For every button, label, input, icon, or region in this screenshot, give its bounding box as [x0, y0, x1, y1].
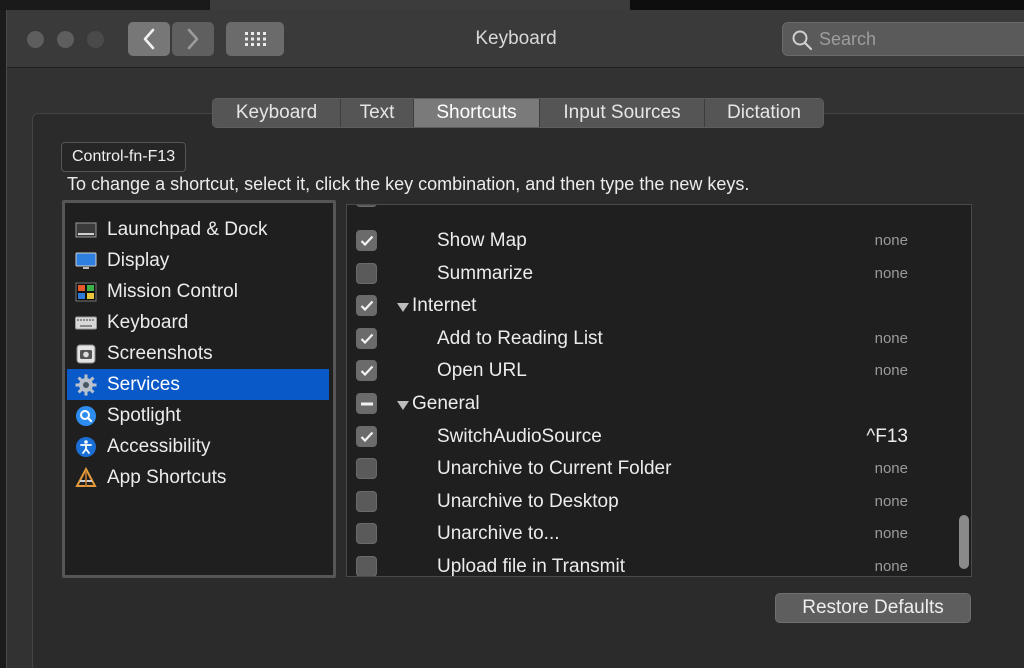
- instruction-text: To change a shortcut, select it, click t…: [67, 174, 750, 194]
- display-icon: [75, 250, 97, 272]
- shortcut-value[interactable]: none: [875, 453, 908, 485]
- table-row-partial: [347, 205, 947, 208]
- shortcut-value[interactable]: none: [875, 355, 908, 387]
- gear-icon: [75, 374, 97, 396]
- checkbox[interactable]: [356, 556, 377, 576]
- sidebar-item-keyboard[interactable]: Keyboard: [67, 307, 329, 338]
- checkbox[interactable]: [356, 328, 377, 349]
- service-name: Summarize: [437, 263, 534, 284]
- checkbox[interactable]: [356, 523, 377, 544]
- service-name: Unarchive to...: [437, 523, 560, 544]
- desktop-window-edge-dark: [630, 0, 1024, 10]
- shortcut-value[interactable]: none: [875, 486, 908, 518]
- tab-input-sources[interactable]: Input Sources: [540, 99, 705, 127]
- table-row[interactable]: Unarchive to Desktop none: [347, 486, 947, 518]
- service-name: Show Map: [437, 230, 527, 251]
- shortcut-value[interactable]: ^F13: [866, 421, 908, 453]
- group-row-general[interactable]: General: [347, 388, 947, 420]
- keyboard-icon: [75, 312, 97, 334]
- tab-text[interactable]: Text: [341, 99, 414, 127]
- checkbox[interactable]: [356, 426, 377, 447]
- checkbox[interactable]: [356, 458, 377, 479]
- service-name: Upload file in Transmit: [437, 556, 625, 577]
- restore-defaults-button[interactable]: Restore Defaults: [775, 593, 971, 623]
- group-row-internet[interactable]: Internet: [347, 290, 947, 322]
- sidebar-item-label: Spotlight: [107, 404, 181, 426]
- group-name: General: [412, 393, 480, 414]
- checkmark-icon: [360, 235, 373, 246]
- service-name: Unarchive to Desktop: [437, 491, 619, 512]
- checkbox-mixed[interactable]: [356, 393, 377, 414]
- sidebar-item-app-shortcuts[interactable]: App Shortcuts: [67, 462, 329, 493]
- table-row[interactable]: Summarize none: [347, 258, 947, 290]
- service-name: Add to Reading List: [437, 328, 603, 349]
- shortcut-tooltip: Control-fn-F13: [61, 142, 187, 172]
- sidebar-item-label: Screenshots: [107, 342, 213, 364]
- checkbox[interactable]: [356, 360, 377, 381]
- checkmark-icon: [360, 300, 373, 311]
- desktop-window-edge: [210, 0, 630, 10]
- checkbox[interactable]: [356, 295, 377, 316]
- checkmark-icon: [360, 431, 373, 442]
- sidebar-item-launchpad-dock[interactable]: Launchpad & Dock: [67, 214, 329, 245]
- checkbox[interactable]: [356, 230, 377, 251]
- service-name: Unarchive to Current Folder: [437, 458, 672, 479]
- shortcut-category-list: Launchpad & Dock Display Mission Control…: [62, 200, 336, 578]
- service-name: SwitchAudioSource: [437, 426, 602, 447]
- checkmark-icon: [360, 365, 373, 376]
- accessibility-icon: [75, 436, 97, 458]
- tab-keyboard[interactable]: Keyboard: [213, 99, 341, 127]
- services-shortcut-list: Show Map none Summarize none Internet Ad…: [346, 204, 972, 577]
- checkbox[interactable]: [356, 263, 377, 284]
- app-shortcuts-icon: [75, 466, 97, 489]
- desktop-background: [0, 0, 1024, 10]
- tab-dictation[interactable]: Dictation: [705, 99, 823, 127]
- tab-bar: Keyboard Text Shortcuts Input Sources Di…: [212, 98, 824, 128]
- table-row[interactable]: Open URL none: [347, 355, 947, 387]
- sidebar-item-label: Display: [107, 249, 170, 271]
- shortcut-value[interactable]: none: [875, 323, 908, 355]
- sidebar-item-label: App Shortcuts: [107, 466, 227, 488]
- vertical-scrollbar[interactable]: [959, 515, 969, 569]
- disclosure-triangle-icon[interactable]: [397, 303, 409, 312]
- dash-icon: [360, 402, 373, 405]
- sidebar-item-label: Keyboard: [107, 311, 189, 333]
- sidebar-item-mission-control[interactable]: Mission Control: [67, 276, 329, 307]
- table-row[interactable]: SwitchAudioSource ^F13: [347, 421, 947, 453]
- service-name: Open URL: [437, 360, 527, 381]
- search-placeholder: Search: [819, 29, 877, 49]
- tab-shortcuts[interactable]: Shortcuts: [414, 99, 540, 127]
- shortcut-value[interactable]: none: [875, 551, 908, 576]
- sidebar-item-label: Mission Control: [107, 280, 238, 302]
- table-row[interactable]: Upload file in Transmit none: [347, 551, 947, 577]
- sidebar-item-label: Accessibility: [107, 435, 211, 457]
- disclosure-triangle-icon[interactable]: [397, 401, 409, 410]
- group-name: Internet: [412, 295, 477, 316]
- spotlight-icon: [75, 405, 97, 427]
- table-row[interactable]: Add to Reading List none: [347, 323, 947, 355]
- screenshots-icon: [75, 343, 97, 365]
- mission-control-icon: [75, 281, 97, 303]
- checkbox[interactable]: [356, 491, 377, 512]
- sidebar-item-label: Services: [107, 373, 180, 395]
- table-row[interactable]: Unarchive to Current Folder none: [347, 453, 947, 485]
- search-icon: [792, 30, 813, 51]
- sidebar-item-services[interactable]: Services: [67, 369, 329, 400]
- table-row[interactable]: Show Map none: [347, 225, 947, 257]
- checkbox-partial[interactable]: [356, 205, 377, 207]
- shortcut-value[interactable]: none: [875, 225, 908, 257]
- sidebar-item-display[interactable]: Display: [67, 245, 329, 276]
- search-field[interactable]: Search: [782, 22, 1024, 56]
- shortcut-value[interactable]: none: [875, 518, 908, 550]
- shortcut-value[interactable]: none: [875, 258, 908, 290]
- sidebar-item-screenshots[interactable]: Screenshots: [67, 338, 329, 369]
- sidebar-item-label: Launchpad & Dock: [107, 218, 268, 240]
- checkmark-icon: [360, 333, 373, 344]
- table-row[interactable]: Unarchive to... none: [347, 518, 947, 550]
- sidebar-item-accessibility[interactable]: Accessibility: [67, 431, 329, 462]
- launchpad-dock-icon: [75, 219, 97, 241]
- titlebar: Keyboard Search: [7, 10, 1024, 68]
- sidebar-item-spotlight[interactable]: Spotlight: [67, 400, 329, 431]
